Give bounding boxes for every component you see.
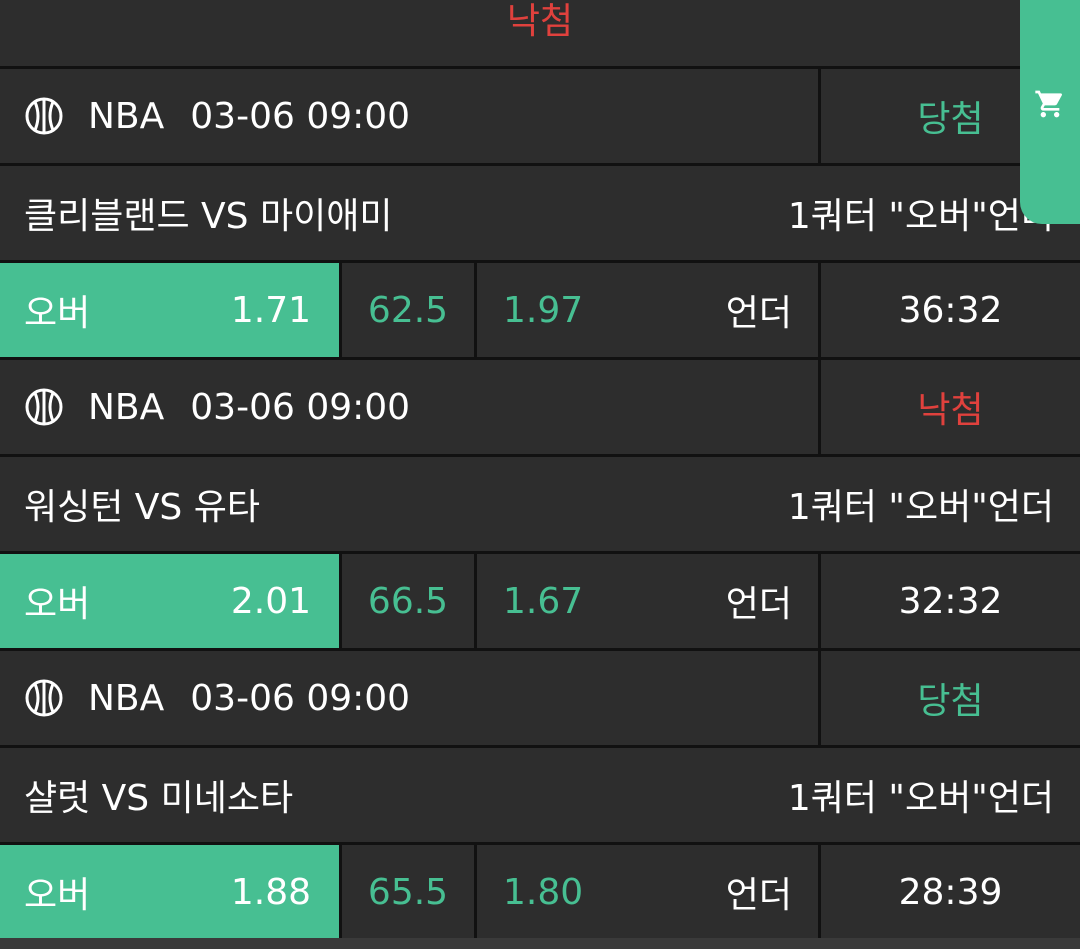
market-label: 1쿼터 "오버"언더 xyxy=(787,778,1054,819)
over-odds-button[interactable]: 오버 2.01 xyxy=(0,554,339,648)
teams-label: 워싱턴 VS 유타 xyxy=(24,487,260,528)
time-label: 28:39 xyxy=(898,871,1003,913)
result-badge: 당첨 xyxy=(821,651,1080,745)
result-badge: 낙첨 xyxy=(821,360,1080,454)
basketball-icon xyxy=(25,388,63,426)
over-label: 오버 xyxy=(24,293,91,334)
bet-header: NBA 03-06 09:00 당첨 xyxy=(0,651,1080,745)
over-odds-value: 1.88 xyxy=(230,871,311,913)
bet-slip-cart-tab[interactable] xyxy=(1020,0,1080,224)
bet-header: NBA 03-06 09:00 낙첨 xyxy=(0,360,1080,454)
odds-row: 오버 1.71 62.5 1.97 언더 36:32 xyxy=(0,263,1080,357)
match-info-row: 샬럿 VS 미네소타 1쿼터 "오버"언더 xyxy=(0,748,1080,842)
line-value: 65.5 xyxy=(367,871,449,913)
line-value: 62.5 xyxy=(367,289,449,331)
shopping-cart-icon xyxy=(1035,90,1063,118)
under-label: 언더 xyxy=(725,584,792,625)
previous-bet-result-row: 낙첨 xyxy=(0,0,1080,66)
under-odds-button[interactable]: 1.80 언더 xyxy=(477,845,818,939)
under-odds-value: 1.97 xyxy=(503,289,584,331)
under-odds-value: 1.67 xyxy=(503,580,584,622)
under-label: 언더 xyxy=(725,293,792,334)
time-label: 32:32 xyxy=(898,580,1003,622)
under-odds-button[interactable]: 1.67 언더 xyxy=(477,554,818,648)
bottom-divider xyxy=(0,938,1080,949)
league-label: NBA xyxy=(88,677,165,719)
match-info-row: 클리블랜드 VS 마이애미 1쿼터 "오버"언더 xyxy=(0,166,1080,260)
line-value: 66.5 xyxy=(367,580,449,622)
match-datetime: 03-06 09:00 xyxy=(190,677,411,719)
under-odds-value: 1.80 xyxy=(503,871,584,913)
result-label-lost: 낙첨 xyxy=(506,1,574,42)
basketball-icon xyxy=(25,97,63,135)
under-label: 언더 xyxy=(725,875,792,916)
teams-label: 클리블랜드 VS 마이애미 xyxy=(24,196,393,237)
time-label: 36:32 xyxy=(898,289,1003,331)
match-datetime: 03-06 09:00 xyxy=(190,386,411,428)
odds-row: 오버 1.88 65.5 1.80 언더 28:39 xyxy=(0,845,1080,939)
teams-label: 샬럿 VS 미네소타 xyxy=(24,778,294,819)
over-odds-button[interactable]: 오버 1.71 xyxy=(0,263,339,357)
under-odds-button[interactable]: 1.97 언더 xyxy=(477,263,818,357)
over-label: 오버 xyxy=(24,875,91,916)
market-label: 1쿼터 "오버"언더 xyxy=(787,487,1054,528)
over-label: 오버 xyxy=(24,584,91,625)
over-odds-value: 2.01 xyxy=(230,580,311,622)
league-label: NBA xyxy=(88,95,165,137)
market-label: 1쿼터 "오버"언더 xyxy=(787,196,1054,237)
match-datetime: 03-06 09:00 xyxy=(190,95,411,137)
basketball-icon xyxy=(25,679,63,717)
over-odds-value: 1.71 xyxy=(230,289,311,331)
league-label: NBA xyxy=(88,386,165,428)
over-odds-button[interactable]: 오버 1.88 xyxy=(0,845,339,939)
bet-header: NBA 03-06 09:00 당첨 xyxy=(0,69,1080,163)
match-info-row: 워싱턴 VS 유타 1쿼터 "오버"언더 xyxy=(0,457,1080,551)
odds-row: 오버 2.01 66.5 1.67 언더 32:32 xyxy=(0,554,1080,648)
